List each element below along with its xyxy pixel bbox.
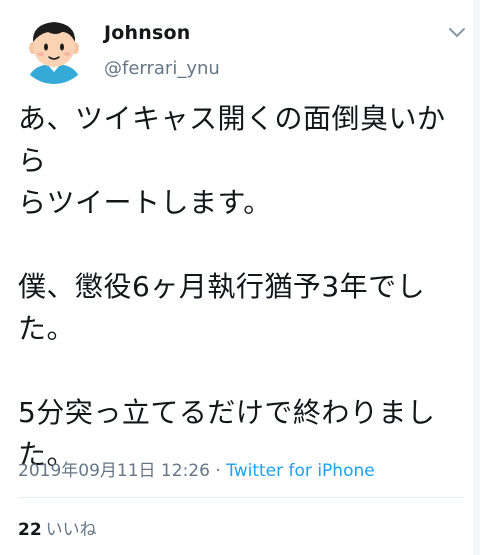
chevron-down-icon[interactable] — [447, 25, 467, 41]
tweet-text: あ、ツイキャス開くの面倒臭いから らツイートします。 僕、懲役6ヶ月執行猶予3年… — [18, 102, 446, 471]
tweet-meta: 2019年09月11日 12:26 · Twitter for iPhone — [18, 456, 375, 481]
page-edge — [473, 0, 480, 555]
tweet-card: Johnson @ferrari_ynu あ、ツイキャス開くの面倒臭いから らツ… — [0, 0, 480, 555]
tweet-source-link[interactable]: Twitter for iPhone — [226, 461, 375, 481]
author-name[interactable]: Johnson — [104, 22, 190, 44]
cartoon-man-avatar-icon — [18, 12, 90, 84]
avatar[interactable] — [18, 12, 90, 84]
author-handle[interactable]: @ferrari_ynu — [104, 58, 220, 79]
likes-stat[interactable]: 22 いいね — [18, 515, 97, 540]
likes-count: 22 — [18, 520, 42, 540]
meta-separator: · — [209, 461, 227, 481]
likes-label: いいね — [45, 520, 97, 540]
tweet-timestamp[interactable]: 2019年09月11日 12:26 — [18, 461, 210, 481]
divider — [18, 497, 464, 498]
